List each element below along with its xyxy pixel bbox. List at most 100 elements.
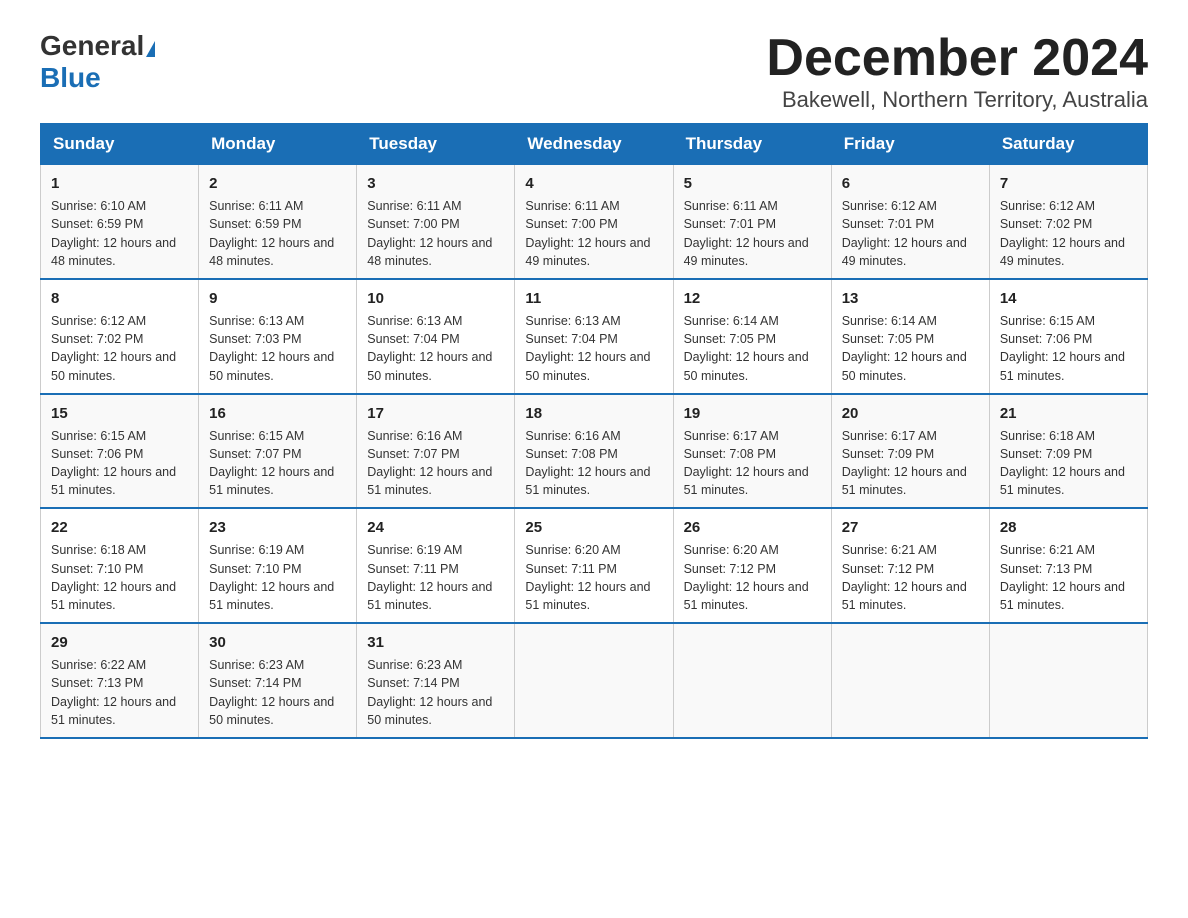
logo-blue-line: Blue <box>40 62 101 94</box>
table-row: 26Sunrise: 6:20 AMSunset: 7:12 PMDayligh… <box>673 508 831 623</box>
day-number: 24 <box>367 517 504 538</box>
header-sunday: Sunday <box>41 124 199 165</box>
day-info: Sunrise: 6:16 AMSunset: 7:07 PMDaylight:… <box>367 429 492 498</box>
table-row: 15 Sunrise: 6:15 AMSunset: 7:06 PMDayligh… <box>41 394 199 509</box>
day-number: 8 <box>51 288 188 309</box>
table-row: 14Sunrise: 6:15 AMSunset: 7:06 PMDayligh… <box>989 279 1147 394</box>
table-row: 21 Sunrise: 6:18 AMSunset: 7:09 PMDayligh… <box>989 394 1147 509</box>
table-row: 16Sunrise: 6:15 AMSunset: 7:07 PMDayligh… <box>199 394 357 509</box>
day-info: Sunrise: 6:10 AMSunset: 6:59 PMDaylight:… <box>51 199 176 268</box>
day-info: Sunrise: 6:11 AMSunset: 7:01 PMDaylight:… <box>684 199 809 268</box>
day-number: 27 <box>842 517 979 538</box>
calendar-week-row: 22Sunrise: 6:18 AMSunset: 7:10 PMDayligh… <box>41 508 1148 623</box>
day-number: 1 <box>51 173 188 194</box>
day-info: Sunrise: 6:18 AMSunset: 7:09 PMDaylight:… <box>1000 429 1125 498</box>
day-number: 31 <box>367 632 504 653</box>
day-info: Sunrise: 6:15 AMSunset: 7:06 PMDaylight:… <box>51 429 176 498</box>
table-row: 31 Sunrise: 6:23 AMSunset: 7:14 PMDayligh… <box>357 623 515 738</box>
table-row: 18Sunrise: 6:16 AMSunset: 7:08 PMDayligh… <box>515 394 673 509</box>
logo-general-line: General <box>40 30 155 62</box>
table-row: 7 Sunrise: 6:12 AMSunset: 7:02 PMDaylight… <box>989 165 1147 279</box>
day-number: 22 <box>51 517 188 538</box>
day-info: Sunrise: 6:12 AMSunset: 7:02 PMDaylight:… <box>1000 199 1125 268</box>
table-row: 3 Sunrise: 6:11 AMSunset: 7:00 PMDaylight… <box>357 165 515 279</box>
table-row: 8 Sunrise: 6:12 AMSunset: 7:02 PMDaylight… <box>41 279 199 394</box>
table-row: 17 Sunrise: 6:16 AMSunset: 7:07 PMDayligh… <box>357 394 515 509</box>
page-header: General Blue December 2024 Bakewell, Nor… <box>40 30 1148 113</box>
logo-triangle-icon <box>146 41 155 57</box>
day-number: 30 <box>209 632 346 653</box>
day-info: Sunrise: 6:13 AMSunset: 7:04 PMDaylight:… <box>367 314 492 383</box>
logo-general-text: General <box>40 30 144 61</box>
day-info: Sunrise: 6:21 AMSunset: 7:13 PMDaylight:… <box>1000 543 1125 612</box>
day-number: 12 <box>684 288 821 309</box>
day-info: Sunrise: 6:19 AMSunset: 7:10 PMDaylight:… <box>209 543 334 612</box>
day-number: 29 <box>51 632 188 653</box>
calendar-header-row: Sunday Monday Tuesday Wednesday Thursday… <box>41 124 1148 165</box>
calendar-title: December 2024 <box>766 30 1148 87</box>
day-info: Sunrise: 6:11 AMSunset: 6:59 PMDaylight:… <box>209 199 334 268</box>
day-number: 4 <box>525 173 662 194</box>
day-number: 25 <box>525 517 662 538</box>
table-row: 11Sunrise: 6:13 AMSunset: 7:04 PMDayligh… <box>515 279 673 394</box>
day-info: Sunrise: 6:23 AMSunset: 7:14 PMDaylight:… <box>367 658 492 727</box>
table-row: 19Sunrise: 6:17 AMSunset: 7:08 PMDayligh… <box>673 394 831 509</box>
table-row: 27 Sunrise: 6:21 AMSunset: 7:12 PMDayligh… <box>831 508 989 623</box>
day-info: Sunrise: 6:20 AMSunset: 7:12 PMDaylight:… <box>684 543 809 612</box>
day-number: 19 <box>684 403 821 424</box>
day-info: Sunrise: 6:21 AMSunset: 7:12 PMDaylight:… <box>842 543 967 612</box>
day-number: 10 <box>367 288 504 309</box>
day-info: Sunrise: 6:14 AMSunset: 7:05 PMDaylight:… <box>684 314 809 383</box>
day-number: 17 <box>367 403 504 424</box>
table-row: 24Sunrise: 6:19 AMSunset: 7:11 PMDayligh… <box>357 508 515 623</box>
table-row: 4 Sunrise: 6:11 AMSunset: 7:00 PMDaylight… <box>515 165 673 279</box>
header-wednesday: Wednesday <box>515 124 673 165</box>
header-saturday: Saturday <box>989 124 1147 165</box>
day-info: Sunrise: 6:17 AMSunset: 7:09 PMDaylight:… <box>842 429 967 498</box>
day-number: 2 <box>209 173 346 194</box>
day-info: Sunrise: 6:22 AMSunset: 7:13 PMDaylight:… <box>51 658 176 727</box>
day-number: 21 <box>1000 403 1137 424</box>
day-info: Sunrise: 6:20 AMSunset: 7:11 PMDaylight:… <box>525 543 650 612</box>
day-number: 6 <box>842 173 979 194</box>
day-info: Sunrise: 6:11 AMSunset: 7:00 PMDaylight:… <box>525 199 650 268</box>
header-friday: Friday <box>831 124 989 165</box>
header-thursday: Thursday <box>673 124 831 165</box>
day-number: 7 <box>1000 173 1137 194</box>
table-row: 2 Sunrise: 6:11 AMSunset: 6:59 PMDaylight… <box>199 165 357 279</box>
day-number: 16 <box>209 403 346 424</box>
day-info: Sunrise: 6:11 AMSunset: 7:00 PMDaylight:… <box>367 199 492 268</box>
table-row <box>673 623 831 738</box>
table-row: 22Sunrise: 6:18 AMSunset: 7:10 PMDayligh… <box>41 508 199 623</box>
table-row: 13Sunrise: 6:14 AMSunset: 7:05 PMDayligh… <box>831 279 989 394</box>
header-tuesday: Tuesday <box>357 124 515 165</box>
calendar-week-row: 15 Sunrise: 6:15 AMSunset: 7:06 PMDayligh… <box>41 394 1148 509</box>
logo: General Blue <box>40 30 155 94</box>
table-row <box>989 623 1147 738</box>
day-number: 9 <box>209 288 346 309</box>
day-info: Sunrise: 6:23 AMSunset: 7:14 PMDaylight:… <box>209 658 334 727</box>
table-row: 12 Sunrise: 6:14 AMSunset: 7:05 PMDayligh… <box>673 279 831 394</box>
day-number: 13 <box>842 288 979 309</box>
table-row: 9 Sunrise: 6:13 AMSunset: 7:03 PMDaylight… <box>199 279 357 394</box>
table-row: 28Sunrise: 6:21 AMSunset: 7:13 PMDayligh… <box>989 508 1147 623</box>
day-info: Sunrise: 6:16 AMSunset: 7:08 PMDaylight:… <box>525 429 650 498</box>
calendar-week-row: 29 Sunrise: 6:22 AMSunset: 7:13 PMDayligh… <box>41 623 1148 738</box>
day-number: 15 <box>51 403 188 424</box>
title-block: December 2024 Bakewell, Northern Territo… <box>766 30 1148 113</box>
table-row <box>515 623 673 738</box>
day-info: Sunrise: 6:12 AMSunset: 7:02 PMDaylight:… <box>51 314 176 383</box>
day-info: Sunrise: 6:13 AMSunset: 7:03 PMDaylight:… <box>209 314 334 383</box>
day-number: 20 <box>842 403 979 424</box>
day-number: 3 <box>367 173 504 194</box>
table-row: 5Sunrise: 6:11 AMSunset: 7:01 PMDaylight… <box>673 165 831 279</box>
table-row: 1 Sunrise: 6:10 AMSunset: 6:59 PMDaylight… <box>41 165 199 279</box>
header-monday: Monday <box>199 124 357 165</box>
table-row <box>831 623 989 738</box>
day-number: 11 <box>525 288 662 309</box>
day-info: Sunrise: 6:12 AMSunset: 7:01 PMDaylight:… <box>842 199 967 268</box>
table-row: 30 Sunrise: 6:23 AMSunset: 7:14 PMDayligh… <box>199 623 357 738</box>
logo-blue-text: Blue <box>40 62 101 93</box>
day-number: 14 <box>1000 288 1137 309</box>
calendar-subtitle: Bakewell, Northern Territory, Australia <box>766 87 1148 113</box>
